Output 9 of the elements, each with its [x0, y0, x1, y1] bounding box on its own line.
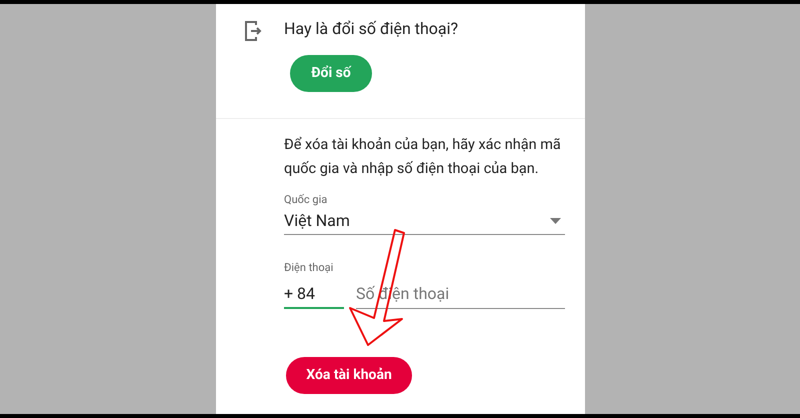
- phone-exit-icon: [244, 20, 262, 42]
- phone-label: Điện thoại: [284, 260, 334, 276]
- delete-account-button[interactable]: Xóa tài khoản: [286, 357, 412, 394]
- country-code-field[interactable]: + 84: [284, 282, 344, 309]
- change-number-title: Hay là đổi số điện thoại?: [284, 18, 458, 40]
- country-label: Quốc gia: [284, 192, 328, 208]
- country-dropdown[interactable]: Việt Nam: [284, 208, 565, 234]
- dropdown-caret-icon: [550, 218, 561, 224]
- delete-instructions: Để xóa tài khoản của bạn, hãy xác nhận mã quốc gia và nhập số điện thoại của bạn.: [284, 135, 562, 179]
